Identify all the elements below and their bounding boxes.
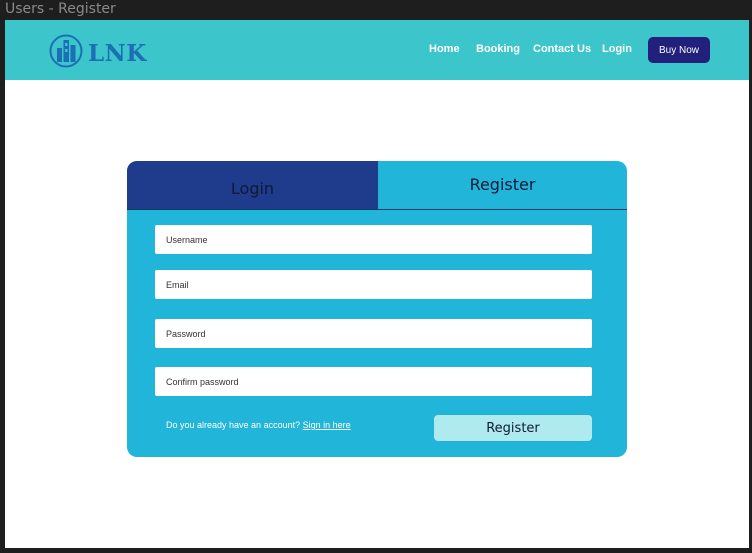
nav-contact-link[interactable]: Contact Us [533, 43, 591, 55]
nav-home-link[interactable]: Home [429, 43, 460, 55]
password-input[interactable] [155, 319, 592, 348]
nav-booking-link[interactable]: Booking [476, 43, 520, 55]
account-prompt: Do you already have an account? Sign in … [166, 420, 351, 430]
account-prompt-text: Do you already have an account? [166, 420, 301, 430]
username-input[interactable] [155, 225, 592, 254]
register-card: Login Register Do you already have an ac… [127, 161, 627, 457]
nav-links: Home Booking Contact Us Login [5, 20, 749, 80]
tab-login[interactable]: Login [127, 161, 378, 209]
register-button[interactable]: Register [434, 415, 592, 441]
page-frame: LNK Home Booking Contact Us Login Buy No… [5, 20, 749, 548]
window-title: Users - Register [5, 1, 116, 17]
navbar: LNK Home Booking Contact Us Login Buy No… [5, 20, 749, 80]
email-input[interactable] [155, 270, 592, 299]
sign-in-link[interactable]: Sign in here [303, 420, 351, 430]
nav-login-link[interactable]: Login [602, 43, 632, 55]
tab-divider [127, 209, 627, 210]
confirm-password-input[interactable] [155, 367, 592, 396]
tab-register[interactable]: Register [378, 161, 627, 209]
buy-now-button[interactable]: Buy Now [648, 37, 710, 63]
